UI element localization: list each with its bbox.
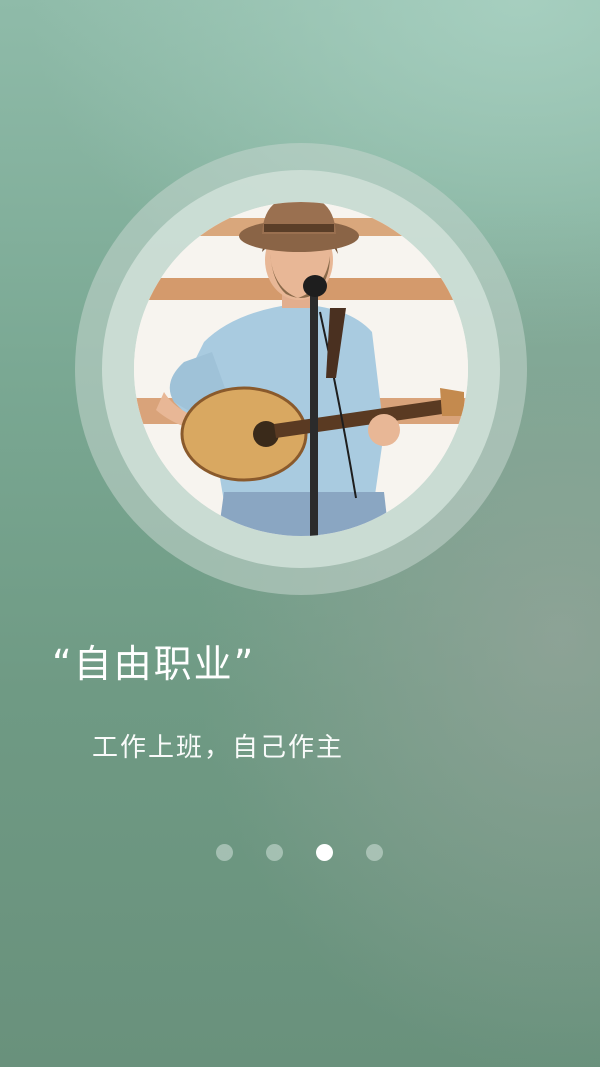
onboarding-subtitle: 工作上班，自己作主 xyxy=(92,733,345,763)
onboarding-illustration xyxy=(134,202,468,536)
page-dot-1[interactable] xyxy=(216,844,233,861)
page-dot-4[interactable] xyxy=(366,844,383,861)
musician-illustration xyxy=(134,202,468,536)
page-indicator xyxy=(216,844,386,862)
page-dot-2[interactable] xyxy=(266,844,283,861)
microphone xyxy=(303,275,327,297)
hand xyxy=(368,414,400,446)
hat-band xyxy=(264,224,334,232)
mic-stand xyxy=(310,288,318,536)
onboarding-headline: “自由职业” xyxy=(52,642,256,686)
page-dot-3-active[interactable] xyxy=(316,844,333,861)
guitar-head xyxy=(440,388,464,416)
onboarding-screen[interactable]: “自由职业” 工作上班，自己作主 xyxy=(0,0,600,1067)
